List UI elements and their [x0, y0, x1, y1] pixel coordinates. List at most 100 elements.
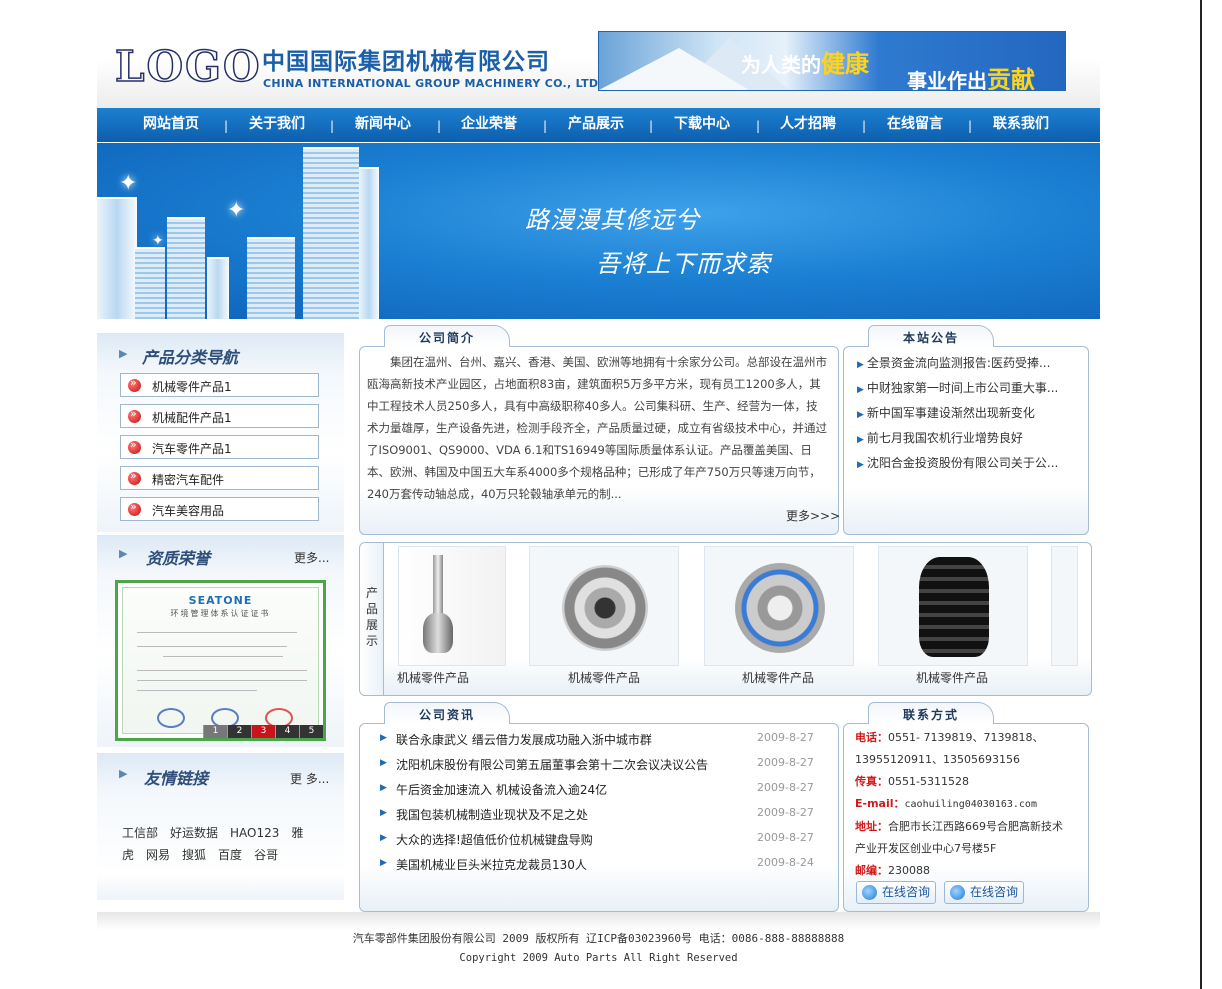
nav-item-products[interactable]: 产品展示 — [568, 108, 624, 142]
friend-link[interactable]: 谷哥 — [254, 848, 278, 862]
address-label: 地址： — [855, 820, 888, 833]
building-image — [247, 237, 295, 319]
products-side-label-box: 产品展示 — [359, 542, 384, 696]
friend-link[interactable]: HAO123 — [230, 826, 279, 840]
friend-link[interactable]: 搜狐 — [182, 848, 206, 862]
certificate-pager: 1 2 3 4 5 — [203, 725, 323, 738]
axle-joint — [423, 613, 453, 653]
certificate-brand: SEATONE — [188, 594, 253, 607]
pager-button[interactable]: 4 — [275, 725, 299, 738]
chat-icon — [950, 885, 965, 900]
nav-item-contact[interactable]: 联系我们 — [993, 108, 1049, 142]
triangle-icon: ▶ — [119, 547, 128, 560]
slogan-text-2: 事业作出 — [907, 69, 987, 91]
category-item[interactable]: 汽车美容用品 — [120, 497, 319, 521]
certificate-image[interactable]: SEATONE 环境管理体系认证证书 1 2 3 4 5 — [115, 580, 326, 741]
triangle-icon: ▶ — [119, 347, 128, 360]
news-date: 2009-8-27 — [757, 806, 814, 819]
notice-item[interactable]: ▶ 中财独家第一时间上市公司重大事... — [857, 379, 1067, 396]
company-name-cn: 中国国际集团机械有限公司 — [262, 49, 550, 75]
page: LOGO 中国国际集团机械有限公司 CHINA INTERNATIONAL GR… — [97, 0, 1100, 989]
honors-more-link[interactable]: 更多... — [294, 549, 329, 566]
hero-line-1: 路漫漫其修远兮 — [525, 206, 700, 234]
certificate-line — [137, 646, 287, 647]
intro-more-link[interactable]: 更多>>> — [786, 507, 840, 524]
category-item[interactable]: 机械配件产品1 — [120, 404, 319, 428]
nav-item-guestbook[interactable]: 在线留言 — [887, 108, 943, 142]
nav-item-honors[interactable]: 企业荣誉 — [461, 108, 517, 142]
building-image — [359, 167, 379, 319]
friend-link[interactable]: 好运数据 — [170, 826, 218, 840]
bullet-icon: ▶ — [380, 833, 387, 843]
pager-button-active[interactable]: 3 — [251, 725, 275, 738]
friend-link[interactable]: 网易 — [146, 848, 170, 862]
bullet-icon: ▶ — [380, 733, 387, 743]
news-date: 2009-8-27 — [757, 781, 814, 794]
product-label[interactable]: 机械零件产品 — [916, 669, 988, 686]
product-label[interactable]: 机械零件产品 — [568, 669, 640, 686]
notice-text: 中财独家第一时间上市公司重大事... — [866, 381, 1059, 395]
boot-body — [919, 557, 989, 657]
bullet-icon: ▶ — [857, 385, 864, 395]
product-image-partial[interactable] — [1051, 546, 1078, 666]
arrow-circle-icon — [128, 407, 141, 423]
news-title: 大众的选择!超值低价位机械键盘导购 — [396, 833, 593, 847]
nav-separator: | — [649, 119, 654, 133]
category-item[interactable]: 机械零件产品1 — [120, 373, 319, 397]
nav-item-about[interactable]: 关于我们 — [249, 108, 305, 142]
wheel-hub-image[interactable] — [704, 546, 854, 666]
hero-line-2: 吾将上下而求索 — [596, 250, 771, 278]
friend-links-list: 工信部 好运数据 HAO123 雅虎 网易 搜狐 百度 谷哥 — [122, 822, 327, 866]
friend-link[interactable]: 工信部 — [122, 826, 158, 840]
triangle-icon: ▶ — [119, 767, 128, 780]
friend-links-more[interactable]: 更 多... — [290, 770, 329, 787]
friend-link[interactable]: 百度 — [218, 848, 242, 862]
product-label[interactable]: 机械零件产品 — [742, 669, 814, 686]
mountain-image-front — [599, 48, 749, 90]
nav-item-downloads[interactable]: 下载中心 — [674, 108, 730, 142]
product-label[interactable]: 机械零件产品 — [397, 669, 507, 686]
news-title: 联合永康武义 缙云借力发展成功融入浙中城市群 — [396, 733, 652, 747]
slogan-highlight-1: 健康 — [821, 50, 869, 78]
notice-item[interactable]: ▶ 新中国军事建设渐然出现新变化 — [857, 404, 1067, 421]
email-value[interactable]: caohuiling04030163.com — [905, 799, 1037, 810]
bullet-icon: ▶ — [380, 808, 387, 818]
joint-ring — [562, 565, 648, 651]
company-name-en: CHINA INTERNATIONAL GROUP MACHINERY CO.,… — [263, 77, 603, 90]
online-chat-button[interactable]: 在线咨询 — [944, 881, 1024, 904]
chat-button-label: 在线咨询 — [970, 885, 1019, 899]
contact-address: 地址：合肥市长江西路669号合肥高新技术产业开发区创业中心7号楼5F — [855, 816, 1071, 860]
notice-item[interactable]: ▶ 沈阳合金投资股份有限公司关于公... — [857, 454, 1067, 471]
slogan-banner: 为人类的健康 事业作出贡献 — [598, 31, 1066, 91]
category-label: 机械配件产品1 — [152, 411, 232, 425]
news-date: 2009-8-27 — [757, 831, 814, 844]
category-item[interactable]: 精密汽车配件 — [120, 466, 319, 490]
products-side-label: 产品展示 — [366, 586, 379, 648]
cv-joint-image[interactable] — [529, 546, 679, 666]
pager-button[interactable]: 2 — [227, 725, 251, 738]
pager-button[interactable]: 1 — [203, 725, 227, 738]
category-label: 汽车零件产品1 — [152, 442, 232, 456]
rubber-boot-image[interactable] — [878, 546, 1028, 666]
phone-label: 电话： — [855, 731, 888, 744]
bullet-icon: ▶ — [857, 410, 864, 420]
certificate-line — [137, 632, 297, 633]
zip-label: 邮编： — [855, 864, 888, 877]
main-nav: 网站首页 | 关于我们 | 新闻中心 | 企业荣誉 | 产品展示 | 下载中心 … — [97, 108, 1100, 142]
certificate-line — [137, 670, 307, 671]
online-chat-button[interactable]: 在线咨询 — [856, 881, 936, 904]
notice-item[interactable]: ▶ 前七月我国农机行业增势良好 — [857, 429, 1067, 446]
news-title: 午后资金加速流入 机械设备流入逾24亿 — [396, 783, 608, 797]
nav-item-news[interactable]: 新闻中心 — [355, 108, 411, 142]
email-label: E-mail： — [855, 797, 905, 810]
cv-axle-image[interactable] — [398, 546, 506, 666]
logo[interactable]: LOGO — [114, 45, 262, 89]
nav-item-jobs[interactable]: 人才招聘 — [780, 108, 836, 142]
sparkle-icon: ✦ — [227, 198, 246, 223]
news-title: 沈阳机床股份有限公司第五届董事会第十二次会议决议公告 — [396, 758, 709, 772]
notice-item[interactable]: ▶ 全景资金流向监测报告:医药受捧... — [857, 354, 1067, 371]
nav-item-home[interactable]: 网站首页 — [143, 108, 199, 142]
category-item[interactable]: 汽车零件产品1 — [120, 435, 319, 459]
building-image — [303, 147, 359, 319]
pager-button[interactable]: 5 — [299, 725, 323, 738]
